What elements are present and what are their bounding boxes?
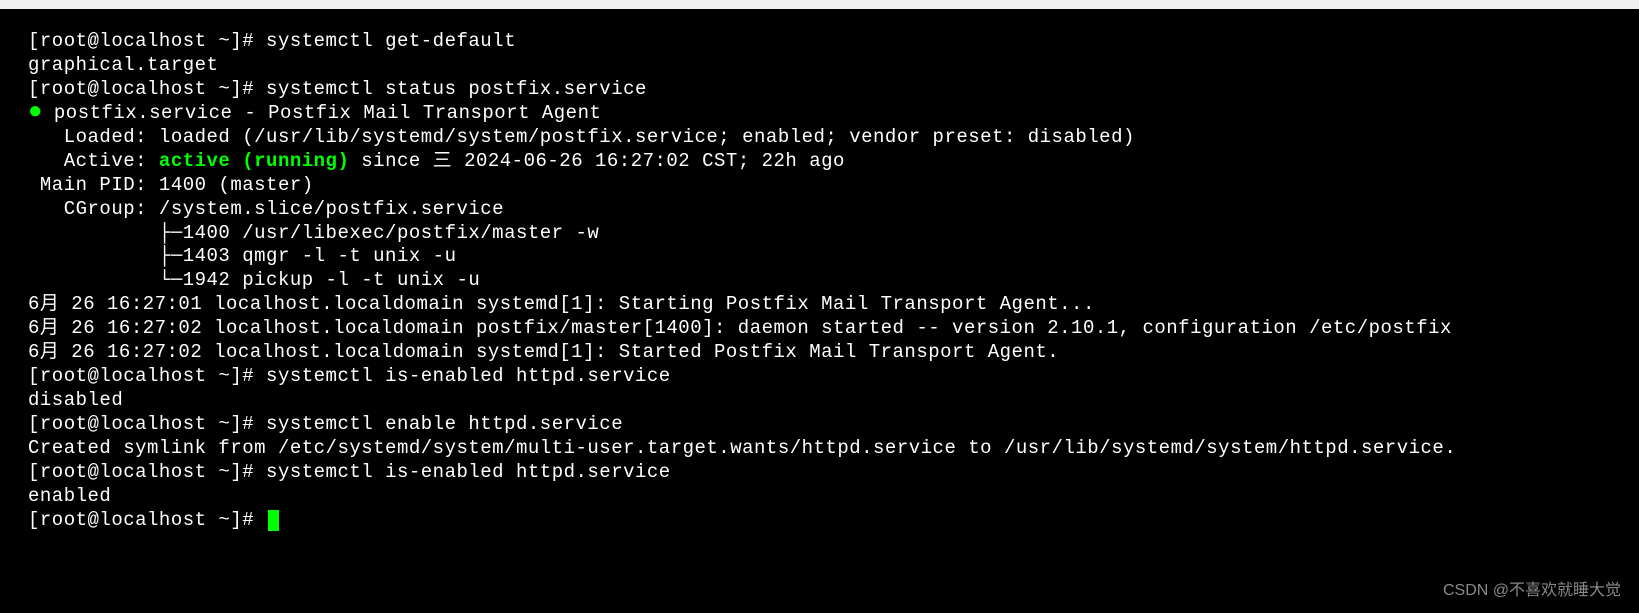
- shell-prompt: [root@localhost ~]#: [28, 365, 266, 387]
- terminal-line: [root@localhost ~]# systemctl is-enabled…: [28, 365, 1611, 389]
- terminal-line: [root@localhost ~]# systemctl enable htt…: [28, 413, 1611, 437]
- command-text: systemctl status postfix.service: [266, 78, 647, 100]
- shell-prompt: [root@localhost ~]#: [28, 30, 266, 52]
- terminal-window[interactable]: [root@localhost ~]# systemctl get-defaul…: [0, 8, 1639, 533]
- status-mainpid: Main PID: 1400 (master): [28, 174, 1611, 198]
- terminal-output: disabled: [28, 389, 1611, 413]
- journal-log: 6月 26 16:27:01 localhost.localdomain sys…: [28, 293, 1611, 317]
- journal-log: 6月 26 16:27:02 localhost.localdomain sys…: [28, 341, 1611, 365]
- terminal-line: [root@localhost ~]#: [28, 509, 1611, 533]
- shell-prompt: [root@localhost ~]#: [28, 461, 266, 483]
- service-description: postfix.service - Postfix Mail Transport…: [42, 102, 601, 124]
- journal-log: 6月 26 16:27:02 localhost.localdomain pos…: [28, 317, 1611, 341]
- cgroup-process: └─1942 pickup -l -t unix -u: [28, 269, 1611, 293]
- terminal-output: enabled: [28, 485, 1611, 509]
- terminal-line: [root@localhost ~]# systemctl get-defaul…: [28, 30, 1611, 54]
- cgroup-process: ├─1400 /usr/libexec/postfix/master -w: [28, 222, 1611, 246]
- status-bullet-icon: ●: [28, 107, 42, 119]
- terminal-output: graphical.target: [28, 54, 1611, 78]
- shell-prompt: [root@localhost ~]#: [28, 413, 266, 435]
- shell-prompt: [root@localhost ~]#: [28, 78, 266, 100]
- status-cgroup: CGroup: /system.slice/postfix.service: [28, 198, 1611, 222]
- status-active: Active: active (running) since 三 2024-06…: [28, 150, 1611, 174]
- cgroup-process: ├─1403 qmgr -l -t unix -u: [28, 245, 1611, 269]
- terminal-line: [root@localhost ~]# systemctl is-enabled…: [28, 461, 1611, 485]
- command-text: systemctl is-enabled httpd.service: [266, 461, 671, 483]
- window-title-bar: [0, 0, 1639, 9]
- terminal-output: Created symlink from /etc/systemd/system…: [28, 437, 1611, 461]
- terminal-line: [root@localhost ~]# systemctl status pos…: [28, 78, 1611, 102]
- watermark-text: CSDN @不喜欢就睡大觉: [1443, 581, 1621, 601]
- shell-prompt: [root@localhost ~]#: [28, 509, 266, 531]
- command-text: systemctl is-enabled httpd.service: [266, 365, 671, 387]
- command-text: systemctl enable httpd.service: [266, 413, 623, 435]
- status-loaded: Loaded: loaded (/usr/lib/systemd/system/…: [28, 126, 1611, 150]
- cursor-icon: [268, 510, 279, 531]
- command-text: systemctl get-default: [266, 30, 516, 52]
- status-header: ● postfix.service - Postfix Mail Transpo…: [28, 102, 1611, 126]
- active-status-text: active (running): [159, 150, 349, 172]
